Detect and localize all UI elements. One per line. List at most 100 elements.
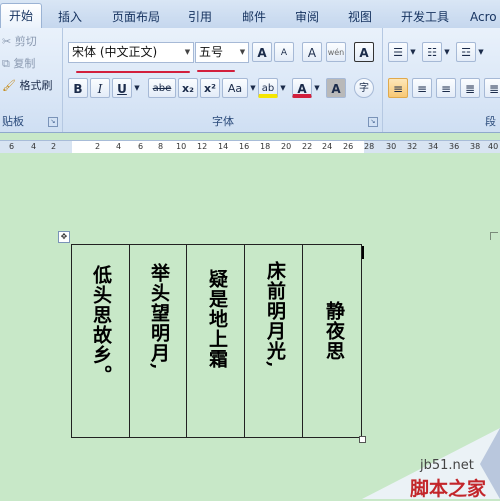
grow-font-button[interactable]: A [252, 42, 272, 62]
font-color-icon: A [297, 82, 307, 96]
tab-review[interactable]: 审阅 [287, 7, 327, 27]
bullets-dropdown-icon[interactable]: ▼ [408, 42, 418, 62]
chevron-down-icon[interactable]: ▼ [182, 43, 193, 62]
multilevel-dropdown-icon[interactable]: ▼ [476, 42, 486, 62]
table-cell[interactable]: 静夜思 [303, 245, 361, 437]
font-group: 宋体 (中文正文) ▼ 五号 ▼ A A A wén A B I U ▼ abe… [64, 28, 383, 132]
char-border-button[interactable]: A [354, 42, 374, 62]
font-size-value: 五号 [199, 45, 224, 59]
char-shading-icon: A [331, 82, 341, 96]
strikethrough-button[interactable]: abe [148, 78, 176, 98]
bold-button[interactable]: B [68, 78, 88, 98]
poem-line: 举头望明月, [148, 263, 170, 371]
table-cell[interactable]: 疑是地上霜 [187, 245, 245, 437]
ruler-number: 20 [281, 142, 292, 151]
justify-button[interactable]: ≣ [460, 78, 480, 98]
table-move-handle-icon[interactable]: ✥ [58, 231, 70, 243]
align-right-icon: ≡ [440, 82, 452, 96]
poem-table[interactable]: 低头思故乡。 举头望明月, 疑是地上霜 床前明月光, 静夜思 [71, 244, 362, 438]
grow-font-icon: A [257, 46, 267, 60]
annotation-underline [76, 71, 190, 73]
align-center-button[interactable]: ≡ [412, 78, 432, 98]
subscript-icon: x₂ [182, 82, 194, 95]
shrink-font-icon: A [280, 48, 288, 58]
highlight-dropdown-icon[interactable]: ▼ [278, 78, 288, 98]
change-case-button[interactable]: Aa [222, 78, 248, 98]
font-size-combo[interactable]: 五号 ▼ [195, 42, 249, 63]
clipboard-dialog-launcher-icon[interactable]: ↘ [48, 117, 58, 127]
text-cursor [362, 246, 364, 259]
watermark-name: 脚本之家 [410, 478, 487, 500]
poem-line: 疑是地上霜 [206, 269, 228, 369]
enclosed-char-icon: 字 [359, 83, 369, 94]
watermark-site: jb51.net [420, 458, 474, 473]
superscript-icon: x² [204, 82, 216, 95]
chevron-down-icon[interactable]: ▼ [237, 43, 248, 62]
font-name-combo[interactable]: 宋体 (中文正文) ▼ [68, 42, 194, 63]
table-cell[interactable]: 床前明月光, [245, 245, 303, 437]
distribute-button[interactable]: ≣ [484, 78, 500, 98]
ruler-number: 6 [9, 142, 15, 151]
multilevel-list-button[interactable]: ☲ [456, 42, 476, 62]
bold-icon: B [73, 82, 83, 96]
underline-dropdown-icon[interactable]: ▼ [132, 78, 142, 98]
shrink-font-button[interactable]: A [274, 42, 294, 62]
table-cell[interactable]: 举头望明月, [130, 245, 187, 437]
justify-icon: ≣ [464, 82, 476, 96]
ruler-number: 4 [116, 142, 122, 151]
font-dialog-launcher-icon[interactable]: ↘ [368, 117, 378, 127]
tab-references[interactable]: 引用 [180, 7, 220, 27]
tab-insert[interactable]: 插入 [50, 7, 90, 27]
italic-button[interactable]: I [90, 78, 110, 98]
font-group-label: 字体 [212, 115, 234, 128]
char-border-icon: A [359, 46, 369, 60]
brush-icon: 🖌 [2, 79, 16, 92]
scissors-icon: ✂ [2, 35, 12, 48]
horizontal-ruler[interactable]: 6 4 2 2 4 6 8 10 12 14 16 18 20 22 24 26… [0, 140, 500, 154]
align-left-button[interactable]: ≡ [388, 78, 408, 98]
ruler-number: 22 [302, 142, 313, 151]
format-painter-button[interactable]: 🖌 格式刷 [2, 77, 52, 95]
phonetic-guide-button[interactable]: wén [326, 42, 346, 62]
font-color-dropdown-icon[interactable]: ▼ [312, 78, 322, 98]
ruler-number: 28 [364, 142, 375, 151]
bullet-list-icon: ☰ [393, 46, 403, 59]
tab-page-layout[interactable]: 页面布局 [104, 7, 168, 27]
ruler-number: 2 [51, 142, 57, 151]
bullets-button[interactable]: ☰ [388, 42, 408, 62]
tab-home[interactable]: 开始 [0, 3, 42, 29]
ruler-number: 32 [407, 142, 418, 151]
tab-mailings[interactable]: 邮件 [234, 7, 274, 27]
cut-button[interactable]: ✂ 剪切 [2, 33, 37, 51]
underline-icon: U [117, 82, 127, 96]
ruler-number: 12 [197, 142, 208, 151]
underline-button[interactable]: U [112, 78, 132, 98]
ruler-number: 18 [260, 142, 271, 151]
ruler-number: 4 [31, 142, 37, 151]
align-right-button[interactable]: ≡ [436, 78, 456, 98]
tab-acrobat[interactable]: Acro [470, 7, 500, 27]
font-color-button[interactable]: A [292, 78, 312, 98]
clear-format-button[interactable]: A [302, 42, 322, 62]
phonetic-icon: wén [327, 48, 345, 57]
superscript-button[interactable]: x² [200, 78, 220, 98]
enclose-char-button[interactable]: 字 [354, 78, 374, 98]
ruler-number: 8 [158, 142, 164, 151]
copy-button[interactable]: ⧉ 复制 [2, 55, 35, 73]
tab-developer[interactable]: 开发工具 [392, 7, 458, 27]
tab-view[interactable]: 视图 [340, 7, 380, 27]
char-shading-button[interactable]: A [326, 78, 346, 98]
numbering-button[interactable]: ☷ [422, 42, 442, 62]
subscript-button[interactable]: x₂ [178, 78, 198, 98]
highlight-button[interactable]: ab [258, 78, 278, 98]
eraser-icon: A [307, 46, 317, 60]
align-left-icon: ≡ [392, 82, 404, 96]
change-case-dropdown-icon[interactable]: ▼ [248, 78, 258, 98]
ribbon-tab-bar: 开始 插入 页面布局 引用 邮件 审阅 视图 开发工具 Acro [0, 0, 500, 29]
ruler-number: 40 [488, 142, 499, 151]
numbering-dropdown-icon[interactable]: ▼ [442, 42, 452, 62]
ruler-number: 10 [176, 142, 187, 151]
table-cell[interactable]: 低头思故乡。 [72, 245, 130, 437]
ruler-number: 30 [386, 142, 397, 151]
copy-label: 复制 [13, 57, 36, 70]
